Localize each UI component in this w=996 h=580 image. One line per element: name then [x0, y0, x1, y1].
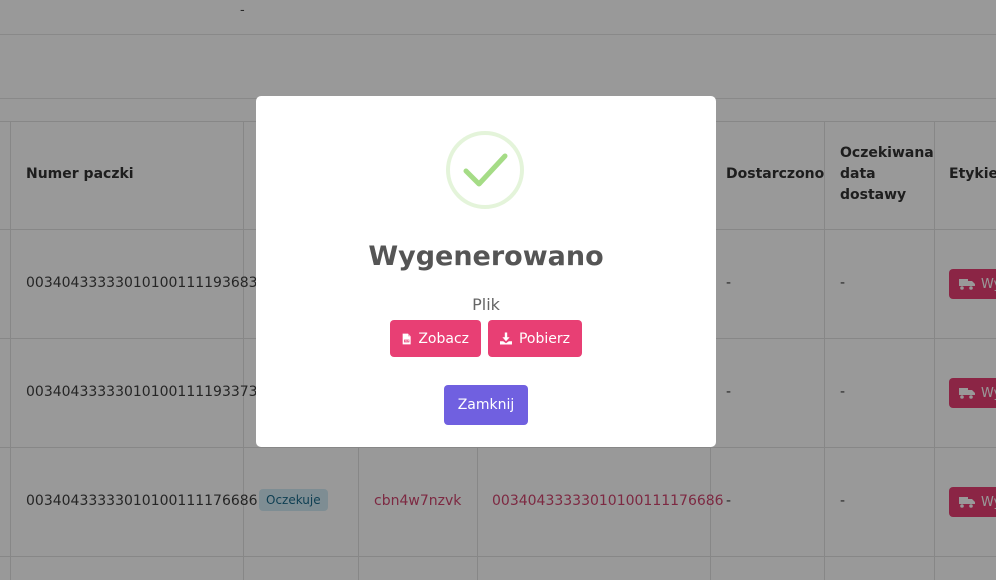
success-dialog: Wygenerowano Plik PDF Zobacz Pobierz Zam…: [256, 96, 716, 447]
view-button[interactable]: PDF Zobacz: [390, 320, 481, 357]
success-icon-ring: [446, 131, 524, 209]
svg-text:PDF: PDF: [405, 339, 410, 342]
dialog-subtitle: Plik: [472, 295, 500, 314]
close-button[interactable]: Zamknij: [444, 385, 528, 425]
check-icon: [463, 153, 508, 187]
download-icon: [500, 332, 512, 345]
dialog-title: Wygenerowano: [368, 241, 604, 272]
download-button[interactable]: Pobierz: [488, 320, 582, 357]
file-actions: PDF Zobacz Pobierz: [390, 320, 582, 357]
pdf-file-icon: PDF: [402, 333, 411, 344]
